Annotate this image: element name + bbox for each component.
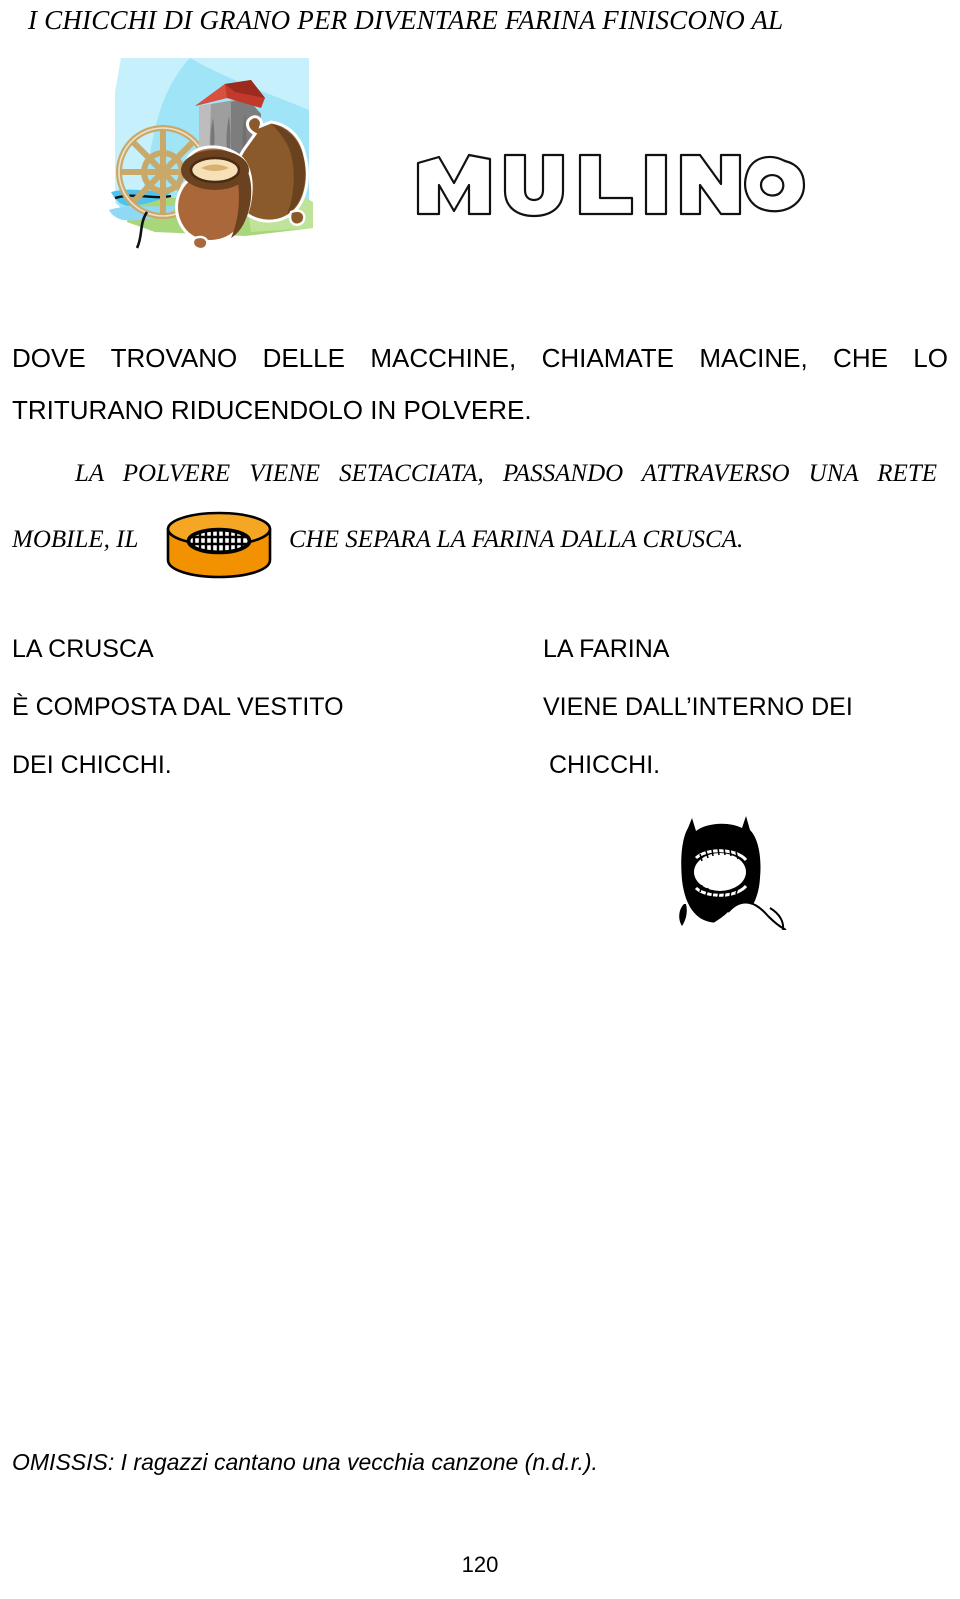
page-number: 120 [461,1552,499,1577]
column-crusca: LA CRUSCA È COMPOSTA DAL VESTITO DEI CHI… [12,620,492,794]
mill-clipart [95,52,335,252]
column-crusca-line-2: È COMPOSTA DAL VESTITO [12,693,344,721]
page-title: I CHICCHI DI GRANO PER DIVENTARE FARINA … [28,5,784,35]
column-farina-heading: LA FARINA [543,635,670,663]
omissis-note: OMISSIS: I ragazzi cantano una vecchia c… [12,1449,598,1475]
column-farina-line-3: CHICCHI. [549,751,661,779]
column-farina-line-2: VIENE DALL’INTERNO DEI [543,693,853,721]
sieve-icon [163,508,275,580]
mulino-outline-word [410,143,820,223]
paragraph-serif-line-1: LA POLVERE VIENE SETACCIATA, PASSANDO AT… [75,460,937,487]
column-farina: LA FARINA VIENE DALL’INTERNO DEI CHICCHI… [543,620,953,794]
paragraph-sans-line-1: DOVE TROVANO DELLE MACCHINE, CHIAMATE MA… [12,343,948,373]
column-crusca-heading: LA CRUSCA [12,635,154,663]
paragraph-serif-line-2: MOBILE, IL CHE SEPARA LA FARINA DALLA CR… [12,523,948,557]
paragraph-serif-before-sieve: MOBILE, IL [12,526,139,553]
column-crusca-line-3: DEI CHICCHI. [12,751,172,779]
paragraph-serif-after-sieve: CHE SEPARA LA FARINA DALLA CRUSCA. [289,526,744,553]
document-page: I CHICCHI DI GRANO PER DIVENTARE FARINA … [0,0,960,1599]
paragraph-sans-line-2: TRITURANO RIDUCENDOLO IN POLVERE. [12,395,532,425]
flour-sack-icon [650,808,790,931]
paragraph-sans: DOVE TROVANO DELLE MACCHINE, CHIAMATE MA… [12,332,948,436]
